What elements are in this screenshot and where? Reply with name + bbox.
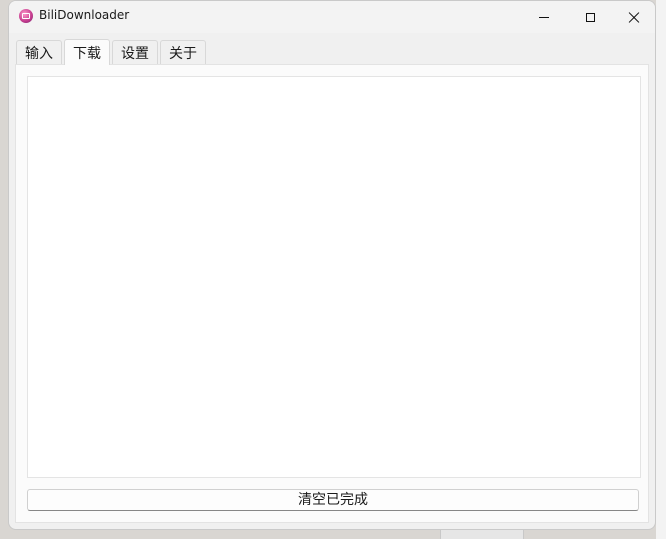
maximize-icon: [585, 12, 595, 22]
close-icon: [628, 11, 640, 23]
clear-completed-button[interactable]: 清空已完成: [27, 489, 639, 511]
desktop-background-right: [656, 0, 666, 539]
tab-download[interactable]: 下载: [64, 39, 110, 65]
tab-settings[interactable]: 设置: [112, 40, 158, 64]
tab-input[interactable]: 输入: [16, 40, 62, 64]
download-tab-panel: 清空已完成: [15, 64, 649, 523]
app-icon: [19, 9, 33, 23]
minimize-button[interactable]: [521, 1, 567, 33]
tab-bar: 输入 下载 设置 关于: [16, 39, 208, 65]
minimize-icon: [539, 16, 549, 18]
app-window: BiliDownloader 输入 下载 设置 关于 清空已完成: [8, 0, 656, 530]
download-list[interactable]: [27, 76, 641, 478]
title-bar[interactable]: BiliDownloader: [9, 1, 655, 33]
close-button[interactable]: [611, 1, 655, 33]
window-title: BiliDownloader: [39, 8, 130, 22]
maximize-button[interactable]: [567, 1, 613, 33]
tab-about[interactable]: 关于: [160, 40, 206, 64]
